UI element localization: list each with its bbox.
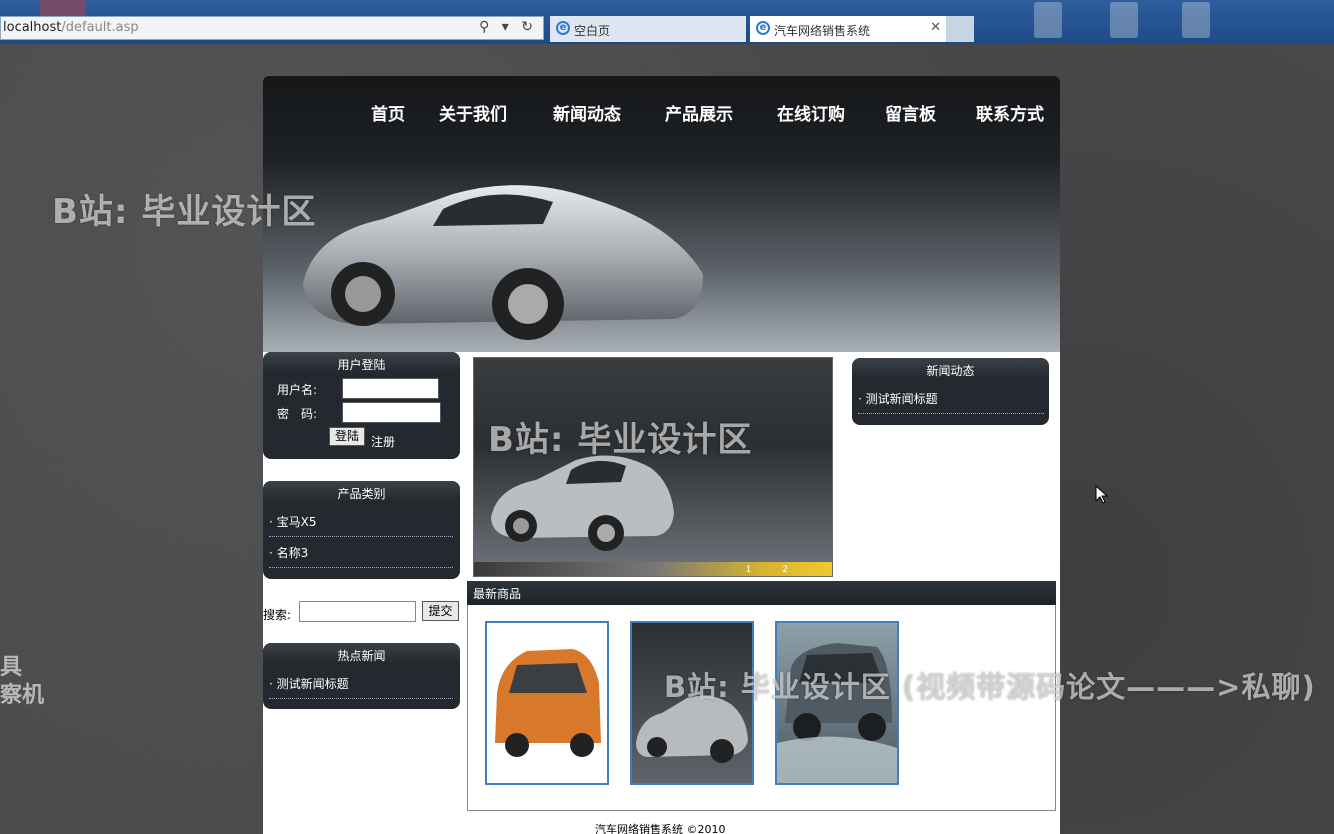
footer-copyright: 汽车网络销售系统 ©2010 xyxy=(595,823,726,834)
news-title: 新闻动态 xyxy=(852,358,1049,378)
side-watermark-line: 具 xyxy=(0,655,23,680)
nav-products[interactable]: 产品展示 xyxy=(665,100,733,125)
news-item[interactable]: · 测试新闻标题 xyxy=(858,390,1044,414)
search-refresh-icons[interactable]: ⚲ ▾ ↻ xyxy=(479,19,537,35)
username-input[interactable] xyxy=(342,378,439,399)
nav-home[interactable]: 首页 xyxy=(371,100,405,125)
browser-chrome: localhost/default.asp ⚲ ▾ ↻ e 空白页 e 汽车网络… xyxy=(0,0,1334,44)
banner-car-image xyxy=(303,185,703,340)
hot-news-title: 热点新闻 xyxy=(263,643,460,663)
nav-about[interactable]: 关于我们 xyxy=(439,100,507,125)
address-bar[interactable]: localhost/default.asp ⚲ ▾ ↻ xyxy=(0,16,544,40)
category-title: 产品类别 xyxy=(263,481,460,501)
hot-news-panel: 热点新闻 · 测试新闻标题 xyxy=(263,643,460,709)
tab-label: 汽车网络销售系统 xyxy=(774,24,871,38)
slider-pager-bar: 1 2 xyxy=(474,562,832,576)
watermark-text: B站: 毕业设计区 xyxy=(52,192,317,232)
login-panel: 用户登陆 用户名: 密 码: 登陆 注册 xyxy=(263,352,460,459)
username-label: 用户名: xyxy=(277,383,318,397)
tab-label: 空白页 xyxy=(574,24,611,38)
orange-car-image xyxy=(487,623,607,783)
login-button[interactable]: 登陆 xyxy=(329,427,365,446)
address-host: localhost xyxy=(3,20,62,35)
slider-pager[interactable]: 1 2 xyxy=(746,565,802,575)
tab-car-sales[interactable]: e 汽车网络销售系统 ✕ xyxy=(750,16,946,42)
ie-icon: e xyxy=(556,21,570,35)
search-submit-button[interactable]: 提交 xyxy=(422,601,459,621)
header-banner: 首页 关于我们 新闻动态 产品展示 在线订购 留言板 联系方式 xyxy=(263,76,1060,352)
nav-contact[interactable]: 联系方式 xyxy=(976,100,1044,125)
search-label: 搜索: xyxy=(263,608,292,622)
ie-icon: e xyxy=(756,21,770,35)
search-input[interactable] xyxy=(299,601,416,622)
news-panel: 新闻动态 · 测试新闻标题 xyxy=(852,358,1049,425)
close-icon[interactable]: ✕ xyxy=(930,20,941,35)
address-path: /default.asp xyxy=(61,20,139,35)
register-link[interactable]: 注册 xyxy=(371,433,395,450)
product-thumb[interactable] xyxy=(485,621,609,785)
watermark-text: B站: 毕业设计区 xyxy=(488,420,753,460)
desktop-icon xyxy=(1182,2,1210,38)
category-panel: 产品类别 · 宝马X5 · 名称3 xyxy=(263,481,460,579)
side-watermark: 具 察机 xyxy=(0,654,44,710)
latest-products-header: 最新商品 xyxy=(467,581,1056,605)
login-title: 用户登陆 xyxy=(263,352,460,372)
password-input[interactable] xyxy=(342,402,441,423)
nav-order[interactable]: 在线订购 xyxy=(777,100,845,125)
image-slider[interactable]: 1 2 xyxy=(473,357,833,577)
hot-news-item[interactable]: · 测试新闻标题 xyxy=(269,675,453,699)
side-watermark-line: 察机 xyxy=(0,683,45,708)
nav-news[interactable]: 新闻动态 xyxy=(553,100,621,125)
tab-blank[interactable]: e 空白页 xyxy=(550,16,746,42)
new-tab-button[interactable] xyxy=(946,16,974,42)
password-label: 密 码: xyxy=(277,407,318,421)
desktop-icon xyxy=(1110,2,1138,38)
desktop-icon xyxy=(1034,2,1062,38)
category-item[interactable]: · 名称3 xyxy=(269,544,453,568)
mouse-cursor-icon xyxy=(1095,485,1109,504)
watermark-text: B站: 毕业设计区 (视频带源码论文———>私聊) xyxy=(664,670,1316,704)
category-item[interactable]: · 宝马X5 xyxy=(269,513,453,537)
nav-guestbook[interactable]: 留言板 xyxy=(885,100,936,125)
